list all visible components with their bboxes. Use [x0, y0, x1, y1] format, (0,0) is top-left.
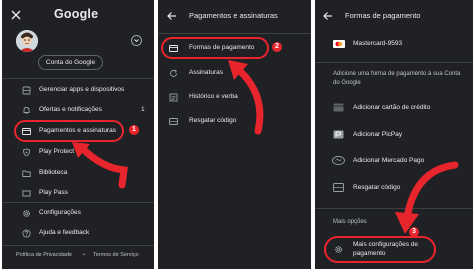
privacy-policy-link[interactable]: Política de Privacidade: [16, 252, 72, 258]
menu-label: Configurações: [39, 209, 81, 216]
google-logo-title: Google: [54, 7, 99, 21]
ticket-icon: [22, 190, 31, 197]
picpay-icon: [333, 130, 344, 139]
refresh-icon: [170, 69, 177, 77]
card-label: Mastercard-9593: [353, 40, 403, 47]
avatar[interactable]: [16, 30, 38, 52]
menu-item-offers[interactable]: Ofertas e notificações 1: [2, 103, 154, 117]
google-account-button[interactable]: Conta do Google: [38, 55, 103, 70]
bell-icon: [23, 107, 30, 115]
menu-item-help[interactable]: Ajuda e feedback: [2, 226, 154, 240]
folder-icon: [22, 170, 31, 177]
menu-label: Gerenciar apps e dispositivos: [39, 86, 125, 93]
menu-label: Adicionar cartão de crédito: [353, 104, 431, 111]
payment-methods-panel: Formas de pagamento Mastercard-9593 Adic…: [315, 0, 473, 269]
menu-label: Adicionar PicPay: [353, 131, 403, 138]
red-arrow-icon: [72, 142, 128, 189]
menu-label: Play Pass: [39, 189, 68, 196]
red-arrow-icon: [395, 161, 459, 234]
account-switcher-button[interactable]: [131, 35, 142, 46]
redeem-card-icon: [169, 118, 178, 125]
step-badge: 1: [129, 125, 139, 135]
highlight-oval: [324, 236, 436, 263]
menu-label: Ofertas e notificações: [39, 106, 102, 113]
close-icon[interactable]: [10, 9, 22, 21]
gear-icon: [23, 210, 30, 217]
divider: [2, 78, 154, 79]
add-credit-card-row[interactable]: Adicionar cartão de crédito: [315, 101, 473, 115]
red-arrow-icon: [228, 60, 264, 135]
footer-separator: •: [83, 252, 85, 258]
redeem-card-icon: [333, 183, 344, 192]
help-icon: [22, 229, 31, 238]
divider: [2, 202, 154, 203]
back-arrow-icon[interactable]: [322, 10, 334, 22]
notification-count: 1: [141, 106, 145, 113]
payments-subscriptions-panel: Pagamentos e assinaturas Formas de pagam…: [158, 0, 311, 269]
step-badge: 2: [272, 42, 282, 52]
divider: [315, 62, 473, 63]
add-picpay-row[interactable]: Adicionar PicPay: [315, 128, 473, 142]
back-arrow-icon[interactable]: [166, 10, 178, 22]
play-protect-icon: [23, 148, 30, 157]
terms-of-service-link[interactable]: Termos de Serviço: [93, 252, 139, 258]
saved-card-row[interactable]: Mastercard-9593: [315, 37, 473, 51]
highlight-oval: [14, 120, 124, 142]
menu-item-manage-apps[interactable]: Gerenciar apps e dispositivos: [2, 83, 154, 97]
mastercard-icon: [333, 40, 345, 48]
menu-label: Ajuda e feedback: [39, 229, 90, 236]
add-payment-description: Adicione uma forma de pagamento à sua Co…: [333, 71, 461, 86]
mercado-pago-icon: [332, 156, 345, 165]
credit-card-icon: [333, 103, 344, 112]
page-title: Pagamentos e assinaturas: [189, 11, 278, 20]
divider: [158, 33, 311, 34]
google-play-menu-panel: Google Conta do Google Gerenciar apps e …: [2, 0, 154, 269]
avatar-face-icon: [16, 30, 38, 52]
more-options-heading: Mais opções: [333, 219, 367, 225]
menu-item-settings[interactable]: Configurações: [2, 206, 154, 220]
page-title: Formas de pagamento: [345, 11, 421, 20]
apps-icon: [22, 86, 31, 95]
chevron-down-icon: [134, 39, 139, 43]
divider: [2, 245, 154, 246]
list-icon: [169, 93, 178, 102]
